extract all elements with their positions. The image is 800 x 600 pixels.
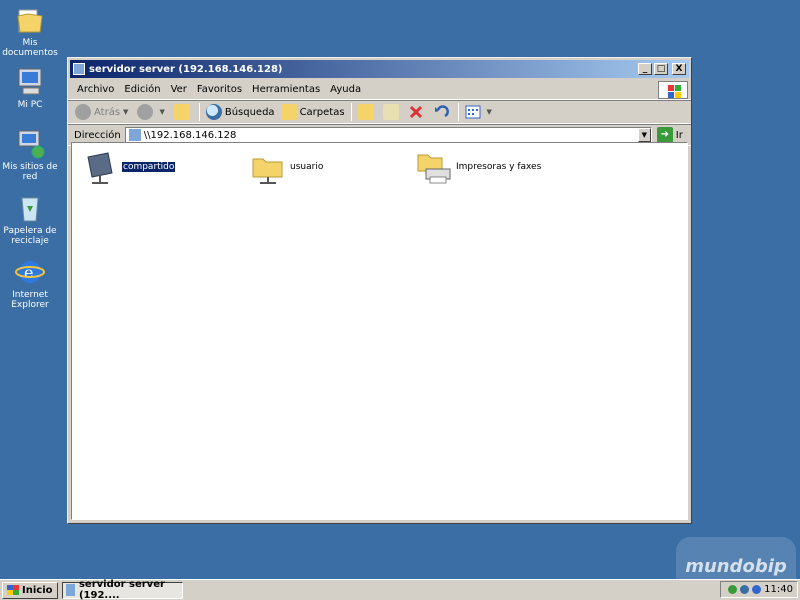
search-button[interactable]: Búsqueda [203, 103, 278, 121]
window-title: servidor server (192.168.146.128) [89, 63, 283, 75]
undo-button[interactable] [430, 103, 455, 121]
desktop-icon-label: Papelera de reciclaje [3, 226, 57, 246]
watermark-text: mundobip [685, 555, 787, 577]
forward-button[interactable]: ▼ [134, 103, 170, 121]
chevron-down-icon[interactable]: ▼ [123, 108, 128, 116]
network-places-icon [14, 128, 46, 160]
menu-ver[interactable]: Ver [166, 82, 192, 97]
my-documents-icon [14, 4, 46, 36]
desktop-icon-internet-explorer[interactable]: e Internet Explorer [0, 256, 60, 310]
maximize-button[interactable]: □ [654, 63, 668, 75]
item-label: Impresoras y faxes [456, 162, 542, 172]
start-label: Inicio [22, 584, 53, 596]
item-label: usuario [290, 162, 324, 172]
toolbar: Atrás ▼ ▼ Búsqueda Carpetas ▼ [68, 100, 691, 124]
list-item[interactable]: compartido [82, 149, 177, 185]
windows-logo-icon [7, 585, 19, 595]
up-folder-icon [173, 104, 190, 120]
delete-button[interactable] [405, 103, 430, 121]
shared-folder-icon [250, 149, 286, 185]
forward-arrow-icon [137, 104, 154, 120]
explorer-window: servidor server (192.168.146.128) _ □ X … [67, 57, 692, 524]
taskbar-item-label: servidor server (192.... [78, 579, 165, 600]
search-icon [205, 104, 222, 120]
clock[interactable]: 11:40 [764, 584, 793, 595]
move-to-icon [357, 104, 374, 120]
up-folder-button[interactable] [171, 103, 196, 121]
search-label: Búsqueda [224, 106, 275, 118]
go-arrow-icon: ➜ [656, 127, 673, 143]
title-bar[interactable]: servidor server (192.168.146.128) _ □ X [70, 60, 689, 78]
delete-icon [409, 105, 422, 119]
menu-archivo[interactable]: Archivo [72, 82, 119, 97]
folders-icon [280, 104, 297, 120]
desktop-icon-my-documents[interactable]: Mis documentos [0, 4, 60, 58]
desktop-icon-network-places[interactable]: Mis sitios de red [0, 128, 60, 182]
views-button[interactable]: ▼ [462, 103, 498, 121]
menu-edicion[interactable]: Edición [119, 82, 165, 97]
undo-icon [434, 105, 449, 118]
system-tray: 11:40 [720, 581, 798, 598]
address-input[interactable]: \\192.168.146.128 ▼ [124, 127, 652, 143]
printers-faxes-icon [416, 149, 452, 185]
go-label: Ir [675, 129, 683, 141]
start-button[interactable]: Inicio [2, 581, 58, 599]
item-label: compartido [120, 161, 177, 173]
svg-text:e: e [24, 263, 33, 282]
address-value: \\192.168.146.128 [143, 129, 237, 141]
back-button[interactable]: Atrás ▼ [72, 103, 134, 121]
menu-herramientas[interactable]: Herramientas [247, 82, 325, 97]
recycle-bin-icon [14, 192, 46, 224]
desktop-icon-label: Mi PC [17, 100, 43, 110]
volume-icon[interactable] [740, 585, 750, 594]
file-view[interactable]: compartido usuario Impresoras y faxes [71, 142, 688, 520]
move-to-button[interactable] [355, 103, 380, 121]
list-item[interactable]: usuario [250, 149, 323, 185]
network-share-icon [82, 149, 118, 185]
menu-bar: Archivo Edición Ver Favoritos Herramient… [68, 80, 691, 100]
taskbar-item-explorer[interactable]: servidor server (192.... [61, 579, 183, 600]
menu-ayuda[interactable]: Ayuda [325, 82, 366, 97]
toolbar-separator [198, 103, 200, 121]
network-folder-icon [65, 584, 75, 596]
network-computer-icon [128, 129, 141, 141]
back-arrow-icon [75, 104, 91, 120]
minimize-button[interactable]: _ [638, 63, 652, 75]
security-shield-icon[interactable] [752, 585, 762, 594]
my-computer-icon [14, 66, 46, 98]
address-label: Dirección [74, 129, 121, 141]
copy-to-button[interactable] [380, 103, 405, 121]
go-button[interactable]: ➜ Ir [656, 127, 683, 143]
folders-label: Carpetas [299, 106, 345, 118]
network-status-icon[interactable] [728, 585, 738, 594]
desktop-icon-label: Internet Explorer [11, 290, 49, 310]
close-button[interactable]: X [672, 63, 686, 75]
chevron-down-icon[interactable]: ▼ [159, 108, 164, 116]
desktop-icon-label: Mis documentos [2, 38, 58, 58]
views-icon [465, 105, 481, 119]
taskbar: Inicio servidor server (192.... 11:40 [0, 579, 800, 600]
toolbar-separator [457, 103, 459, 121]
folders-button[interactable]: Carpetas [278, 103, 348, 121]
desktop-icon-recycle-bin[interactable]: Papelera de reciclaje [0, 192, 60, 246]
internet-explorer-icon: e [14, 256, 46, 288]
chevron-down-icon[interactable]: ▼ [487, 108, 492, 116]
toolbar-separator [350, 103, 352, 121]
address-dropdown-button[interactable]: ▼ [637, 128, 651, 142]
back-label: Atrás [94, 106, 121, 118]
network-folder-icon [73, 63, 85, 75]
menu-favoritos[interactable]: Favoritos [192, 82, 247, 97]
desktop-icon-my-computer[interactable]: Mi PC [0, 66, 60, 110]
list-item[interactable]: Impresoras y faxes [416, 149, 541, 185]
desktop-icon-label: Mis sitios de red [2, 162, 58, 182]
windows-logo-icon [658, 81, 688, 99]
copy-to-icon [382, 104, 399, 120]
